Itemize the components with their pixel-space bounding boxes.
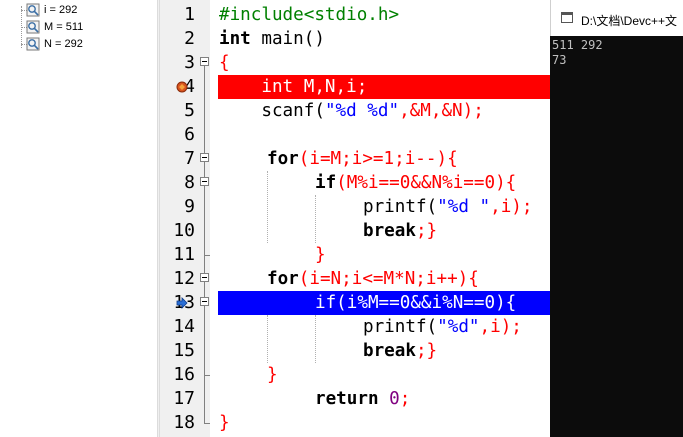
- code-text: ,&M,&N);: [399, 101, 484, 121]
- string-literal: "%d ": [437, 197, 491, 217]
- fold-toggle[interactable]: [200, 297, 209, 306]
- code-line-3: {: [219, 53, 230, 73]
- code-text: printf(: [363, 197, 438, 217]
- keyword: for: [267, 149, 299, 169]
- code-text: ;: [399, 389, 411, 409]
- fold-toggle[interactable]: [200, 153, 209, 162]
- line-number: 2: [184, 28, 195, 49]
- code-line-14: printf("%d",i);: [363, 315, 522, 339]
- line-number: 8: [184, 172, 195, 193]
- keyword: if: [315, 173, 337, 193]
- string-literal: "%d": [437, 317, 480, 337]
- watch-variable-icon: [26, 37, 40, 51]
- line-number: 7: [184, 148, 195, 169]
- keyword: break: [363, 221, 416, 241]
- fold-line: [204, 66, 205, 423]
- indent-guide: [267, 171, 268, 243]
- watch-item-label: N = 292: [44, 38, 83, 50]
- number-literal: 0: [389, 389, 400, 409]
- watch-item-label: i = 292: [44, 4, 78, 16]
- line-number: 15: [173, 340, 195, 361]
- keyword: break: [363, 341, 416, 361]
- code-line-1: #include<stdio.h>: [219, 5, 400, 25]
- code-line-10: break;}: [363, 219, 437, 243]
- fold-toggle[interactable]: [200, 273, 209, 282]
- code-line-4: int M,N,i;: [219, 77, 368, 97]
- watch-variable-icon: [26, 20, 40, 34]
- watch-variable-icon: [26, 3, 40, 17]
- code-line-12: for(i=N;i<=M*N;i++){: [267, 267, 479, 291]
- line-number: 16: [173, 364, 195, 385]
- code-line-5: scanf("%d %d",&M,&N);: [219, 99, 484, 123]
- line-number: 6: [184, 124, 195, 145]
- console-output-line: 73: [552, 53, 567, 67]
- console-app-icon: [561, 12, 573, 23]
- code-line-2: int main(): [219, 27, 325, 51]
- code-line-18: }: [219, 413, 230, 433]
- line-number: 1: [184, 4, 195, 25]
- code-line-9: printf("%d ",i);: [363, 195, 533, 219]
- line-number: 10: [173, 220, 195, 241]
- code-text: ,i);: [490, 197, 533, 217]
- console-output-line: 511 292: [552, 38, 603, 52]
- indent-guide: [267, 315, 268, 363]
- keyword: int: [219, 29, 251, 49]
- fold-end: [204, 375, 210, 376]
- string-literal: "%d %d": [324, 101, 400, 121]
- keyword: for: [267, 269, 299, 289]
- line-number: 17: [173, 388, 195, 409]
- code-text: printf(: [363, 317, 438, 337]
- code-text: (M%i==0&&N%i==0){: [336, 173, 517, 193]
- indent-guide: [315, 195, 316, 243]
- indent-guide: [315, 315, 316, 363]
- console-titlebar[interactable]: D:\文档\Devc++文: [550, 0, 683, 36]
- watch-panel: i = 292 M = 511 N = 292: [0, 0, 157, 437]
- keyword: return: [315, 389, 379, 409]
- code-text: (i=N;i<=M*N;i++){: [298, 269, 479, 289]
- console-title: D:\文档\Devc++文: [581, 14, 678, 28]
- breakpoint-icon[interactable]: [176, 81, 188, 93]
- code-text: (i=M;i>=1;i--){: [298, 149, 458, 169]
- code-text: main(): [250, 29, 325, 49]
- code-line-15: break;}: [363, 339, 437, 363]
- code-line-16: }: [267, 365, 278, 385]
- console-window[interactable]: D:\文档\Devc++文 511 292 73: [550, 0, 683, 437]
- code-line-7: for(i=M;i>=1;i--){: [267, 147, 458, 171]
- execution-pointer-icon: [176, 297, 188, 309]
- fold-end: [204, 255, 210, 256]
- code-editor[interactable]: 1 2 3 4 5 6 7 8 9 10 11 12 13 14 15 16 1…: [160, 0, 550, 437]
- code-line-13: if(i%M==0&&i%N==0){: [315, 293, 517, 313]
- line-number: 9: [184, 196, 195, 217]
- fold-toggle[interactable]: [200, 177, 209, 186]
- code-line-8: if(M%i==0&&N%i==0){: [315, 171, 516, 195]
- line-number: 11: [173, 244, 195, 265]
- code-text: scanf(: [219, 101, 325, 121]
- line-number: 5: [184, 100, 195, 121]
- code-text: ,i);: [479, 317, 522, 337]
- line-number: 18: [173, 412, 195, 433]
- code-line-11: }: [315, 245, 326, 265]
- line-number: 3: [184, 52, 195, 73]
- code-line-17: return 0;: [315, 387, 410, 411]
- line-number: 14: [173, 316, 195, 337]
- line-number: 12: [173, 268, 195, 289]
- code-text: ;}: [415, 341, 438, 361]
- fold-end: [204, 423, 210, 424]
- watch-item-label: M = 511: [44, 21, 84, 33]
- fold-toggle[interactable]: [200, 57, 209, 66]
- code-text: ;}: [415, 221, 438, 241]
